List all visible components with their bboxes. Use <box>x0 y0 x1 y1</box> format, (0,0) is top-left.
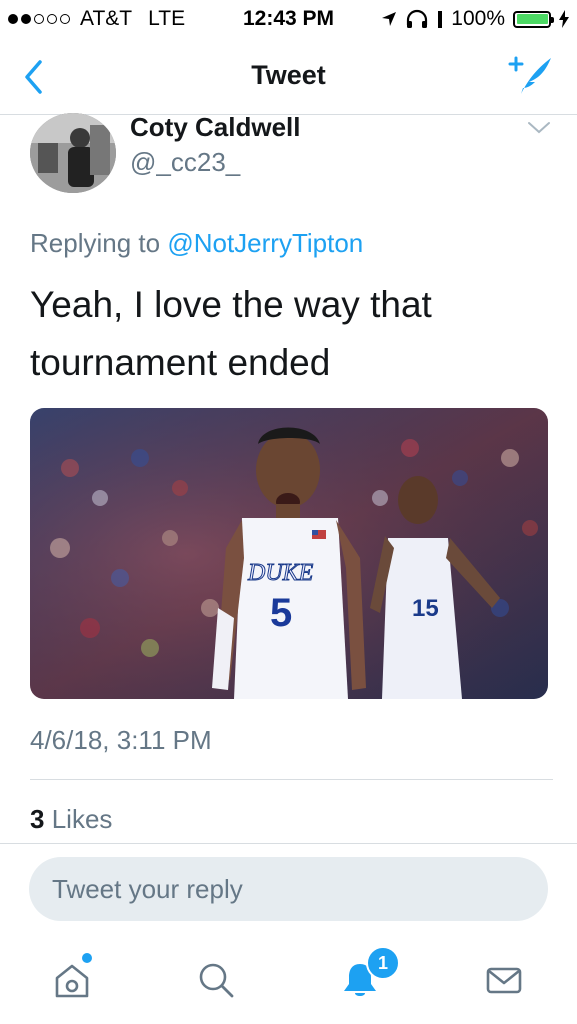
battery-icon <box>513 10 554 28</box>
replying-to-line: Replying to @NotJerryTipton <box>30 228 363 259</box>
page-title: Tweet <box>251 60 326 90</box>
back-player-number: 15 <box>412 595 439 622</box>
location-arrow-icon <box>382 12 397 26</box>
status-right: 100% <box>381 7 569 31</box>
tweet-media-photo[interactable]: 15 DUKE 5 <box>30 408 548 699</box>
likes-label: Likes <box>51 804 113 834</box>
tab-search[interactable] <box>196 960 236 1005</box>
home-icon <box>55 964 89 998</box>
author-avatar[interactable] <box>30 113 116 193</box>
battery-level-icon <box>438 11 443 28</box>
tab-messages[interactable] <box>484 960 524 1005</box>
reply-input[interactable]: Tweet your reply <box>29 857 548 921</box>
avatar-photo <box>30 113 116 193</box>
photo-image: 15 DUKE 5 <box>30 408 548 699</box>
front-player-number: 5 <box>270 591 292 635</box>
author-handle[interactable]: @_cc23_ <box>130 147 240 178</box>
replying-to-mention[interactable]: @NotJerryTipton <box>167 228 363 258</box>
status-bar: AT&T LTE 12:43 PM 100% <box>0 0 577 40</box>
battery-percent: 100% <box>451 7 505 30</box>
compose-tweet-button[interactable] <box>505 52 555 103</box>
charging-bolt-icon <box>559 10 569 28</box>
search-icon <box>199 963 234 998</box>
likes-count: 3 <box>30 804 45 834</box>
headphones-icon <box>407 9 428 28</box>
tweet-text: Yeah, I love the way that tournament end… <box>30 284 432 383</box>
tweet-timestamp: 4/6/18, 3:11 PM <box>30 725 212 755</box>
author-name[interactable]: Coty Caldwell <box>130 112 300 143</box>
home-new-content-dot <box>82 953 92 963</box>
likes-count-link[interactable]: 3 Likes <box>30 804 112 835</box>
compose-tweet-icon <box>508 56 551 94</box>
divider <box>0 843 577 844</box>
front-jersey-lettering: DUKE <box>247 560 314 586</box>
chevron-down-icon <box>528 122 550 134</box>
notifications-badge: 1 <box>366 946 400 980</box>
messages-icon <box>486 967 522 994</box>
navigation-bar: Tweet <box>0 40 577 115</box>
replying-to-label: Replying to <box>30 228 161 258</box>
tweet-options-button[interactable] <box>527 120 551 141</box>
tab-home[interactable] <box>52 960 92 1005</box>
divider <box>30 779 553 780</box>
reply-placeholder: Tweet your reply <box>52 873 243 904</box>
